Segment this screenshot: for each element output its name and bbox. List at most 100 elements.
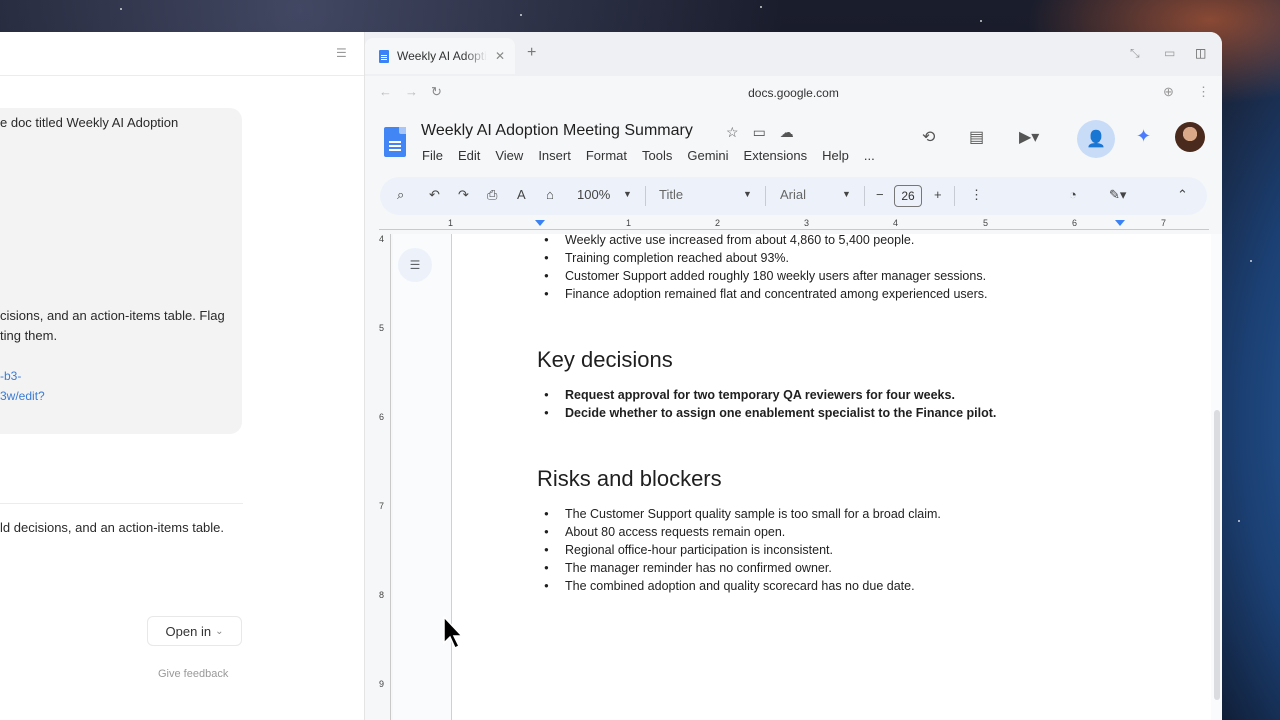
doc-link[interactable]: 3w/edit? — [0, 386, 45, 406]
list-item[interactable]: The combined adoption and quality scorec… — [544, 577, 941, 595]
list-item[interactable]: Customer Support added roughly 180 weekl… — [544, 267, 988, 285]
give-feedback-link[interactable]: Give feedback — [158, 668, 228, 680]
share-button[interactable]: 👤 — [1077, 120, 1115, 158]
document-outline-icon[interactable]: ☰ — [398, 248, 432, 282]
version-history-icon[interactable]: ⟲ — [922, 127, 935, 147]
paint-format-icon[interactable]: ⌂ — [546, 187, 554, 202]
print-icon[interactable]: ⎙ — [487, 187, 497, 203]
list-item[interactable]: About 80 access requests remain open. — [544, 523, 941, 541]
ruler-number: 7 — [379, 501, 385, 511]
chevron-down-icon: ▼ — [842, 189, 851, 199]
download-icon[interactable]: ⊕ — [1163, 84, 1174, 100]
chevron-down-icon: ⌄ — [215, 625, 224, 637]
google-docs-logo-icon[interactable] — [384, 127, 406, 157]
new-tab-icon[interactable]: + — [527, 44, 536, 62]
ruler-number: 5 — [379, 323, 385, 333]
gemini-sparkle-icon[interactable]: ✦ — [1136, 126, 1151, 147]
list-item[interactable]: The manager reminder has no confirmed ow… — [544, 559, 941, 577]
list-item[interactable]: Decide whether to assign one enablement … — [544, 404, 996, 422]
left-indent-marker[interactable] — [535, 220, 545, 226]
meet-video-icon[interactable]: ▶▾ — [1019, 127, 1039, 147]
formatting-toolbar: ⌕ ↶ ↷ ⎙ A ⌂ 100% ▼ Title ▼ Arial ▼ − 26 … — [380, 177, 1207, 215]
ruler-number: 1 — [448, 218, 454, 228]
right-indent-marker[interactable] — [1115, 220, 1125, 226]
menu-file[interactable]: File — [422, 148, 443, 163]
url-field[interactable]: docs.google.com — [365, 86, 1222, 100]
font-select[interactable]: Arial — [780, 187, 806, 202]
mouse-cursor-icon — [443, 615, 464, 650]
zoom-select[interactable]: 100% — [577, 187, 610, 202]
menu-tools[interactable]: Tools — [642, 148, 672, 163]
chat-message-line: ting them. — [0, 328, 58, 343]
style-select[interactable]: Title — [659, 187, 683, 202]
list-item[interactable]: The Customer Support quality sample is t… — [544, 505, 941, 523]
vertical-scrollbar[interactable] — [1214, 410, 1220, 700]
chevron-down-icon: ▼ — [623, 189, 632, 199]
spellcheck-icon[interactable]: A — [517, 187, 526, 202]
divider — [864, 186, 865, 206]
move-folder-icon[interactable]: ▭ — [753, 124, 766, 141]
ruler-number: 4 — [893, 218, 899, 228]
tab-title: Weekly AI Adoption Meeting Summary — [397, 49, 487, 63]
list-item[interactable]: Weekly active use increased from about 4… — [544, 231, 988, 249]
star-icon[interactable]: ☆ — [726, 124, 739, 141]
decrease-font-size-icon[interactable]: − — [876, 187, 884, 202]
search-menus-icon[interactable]: ⌕ — [397, 187, 404, 203]
menu-help[interactable]: Help — [822, 148, 849, 163]
document-title[interactable]: Weekly AI Adoption Meeting Summary — [421, 122, 693, 140]
more-options-icon[interactable]: ⋮ — [970, 187, 983, 203]
split-view-icon[interactable]: ◫ — [1195, 46, 1206, 60]
undo-icon[interactable]: ↶ — [429, 187, 440, 203]
list-item[interactable]: Training completion reached about 93%. — [544, 249, 988, 267]
collapse-menus-icon[interactable]: ⌃ — [1177, 187, 1188, 203]
ruler-line — [379, 229, 1209, 230]
editing-mode-icon[interactable]: ◔ — [1069, 187, 1077, 202]
menu-view[interactable]: View — [495, 148, 523, 163]
comments-icon[interactable]: ▤ — [969, 127, 984, 147]
title-actions: ☆ ▭ ☁ — [726, 124, 794, 141]
assistant-message-line: ld decisions, and an action-items table. — [0, 520, 225, 535]
pencil-icon[interactable]: ✎▾ — [1109, 187, 1126, 203]
docs-header: Weekly AI Adoption Meeting Summary ☆ ▭ ☁… — [365, 112, 1222, 175]
doc-link[interactable]: -b3- — [0, 366, 21, 386]
ruler-number: 5 — [983, 218, 989, 228]
menu-format[interactable]: Format — [586, 148, 627, 163]
close-tab-icon[interactable]: ✕ — [495, 49, 505, 63]
list-item[interactable]: Regional office-hour participation is in… — [544, 541, 941, 559]
minimize-icon[interactable]: ⤡ — [1130, 46, 1140, 61]
sidebar-toggle-icon[interactable]: ☰ — [336, 46, 350, 60]
increase-font-size-icon[interactable]: + — [934, 187, 942, 202]
menu-insert[interactable]: Insert — [538, 148, 571, 163]
divider — [645, 186, 646, 206]
chat-message-line: cisions, and an action-items table. Flag — [0, 308, 225, 323]
open-in-button[interactable]: Open in ⌄ — [147, 616, 242, 646]
ruler-number: 2 — [715, 218, 721, 228]
divider — [954, 186, 955, 206]
list-item[interactable]: Finance adoption remained flat and conce… — [544, 285, 987, 303]
open-in-label: Open in — [165, 623, 212, 639]
tab-weekly-ai-adoption[interactable]: Weekly AI Adoption Meeting Summary ✕ — [365, 38, 515, 74]
ruler-number: 1 — [626, 218, 632, 228]
risks-heading[interactable]: Risks and blockers — [537, 466, 722, 492]
menu-extensions[interactable]: Extensions — [744, 148, 808, 163]
menu-more[interactable]: ... — [864, 148, 875, 163]
document-page[interactable]: Weekly active use increased from about 4… — [451, 231, 1211, 720]
divider — [765, 186, 766, 206]
browser-window: Weekly AI Adoption Meeting Summary ✕ + ⤡… — [365, 32, 1222, 720]
redo-icon[interactable]: ↷ — [458, 187, 469, 203]
metrics-list: Weekly active use increased from about 4… — [544, 231, 988, 303]
more-menu-icon[interactable]: ⋮ — [1197, 84, 1210, 100]
add-person-icon: 👤 — [1086, 131, 1106, 148]
menu-bar: File Edit View Insert Format Tools Gemin… — [422, 148, 890, 163]
list-item[interactable]: Request approval for two temporary QA re… — [544, 386, 996, 404]
key-decisions-heading[interactable]: Key decisions — [537, 347, 673, 373]
ruler-number: 7 — [1161, 218, 1167, 228]
menu-gemini[interactable]: Gemini — [687, 148, 728, 163]
risks-list: The Customer Support quality sample is t… — [544, 505, 941, 595]
maximize-icon[interactable]: ▭ — [1164, 46, 1175, 60]
cloud-status-icon[interactable]: ☁ — [780, 124, 794, 141]
menu-edit[interactable]: Edit — [458, 148, 480, 163]
avatar[interactable] — [1175, 122, 1205, 152]
chevron-down-icon: ▼ — [743, 189, 752, 199]
font-size-input[interactable]: 26 — [894, 185, 922, 207]
